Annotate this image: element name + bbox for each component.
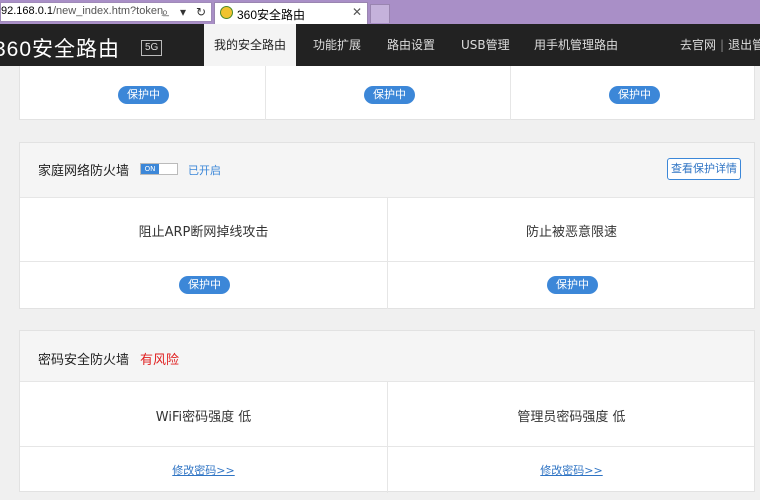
item-label: 阻止ARP断网掉线攻击 xyxy=(138,225,269,240)
tab-title: 360安全路由 xyxy=(237,8,306,22)
address-path: /new_index.htm?token_id=1! xyxy=(53,5,169,17)
card-header xyxy=(20,143,754,197)
password-item: WiFi密码强度 低 修改密码>> xyxy=(20,381,387,493)
password-firewall-card: 密码安全防火墙 有风险 WiFi密码强度 低 修改密码>> 管理员密码强度 低 … xyxy=(19,330,755,493)
browser-tab[interactable]: 360安全路由 ✕ xyxy=(214,2,368,24)
home-firewall-card: 家庭网络防火墙 ON 已开启 查看保护详情 阻止ARP断网掉线攻击 保护中 防止… xyxy=(19,142,755,309)
card-title: 密码安全防火墙 xyxy=(38,353,130,368)
logout-link[interactable]: 退出管理 xyxy=(728,38,760,52)
search-icon[interactable]: ⌕ xyxy=(158,4,172,20)
address-url[interactable]: 92.168.0.1/new_index.htm?token_id=1! xyxy=(1,5,169,17)
address-host: 92.168.0.1 xyxy=(1,5,53,17)
nav-mobile-management[interactable]: 用手机管理路由 xyxy=(534,24,618,66)
protecting-badge: 保护中 xyxy=(364,86,415,104)
nav-router-settings[interactable]: 路由设置 xyxy=(387,24,435,66)
card-title: 家庭网络防火墙 xyxy=(38,164,130,179)
protecting-badge: 保护中 xyxy=(118,86,169,104)
reload-icon[interactable]: ↻ xyxy=(194,4,208,20)
firewall-toggle[interactable]: ON xyxy=(140,163,178,175)
password-item: 管理员密码强度 低 修改密码>> xyxy=(388,381,755,493)
address-bar[interactable]: 92.168.0.1/new_index.htm?token_id=1! ⌕ ▾… xyxy=(0,2,212,22)
new-tab-button[interactable] xyxy=(370,4,390,23)
protection-item: 防止被恶意限速 保护中 xyxy=(388,197,755,309)
official-site-link[interactable]: 去官网 xyxy=(680,38,716,52)
protection-card-top: 保护中 保护中 保护中 xyxy=(19,66,755,120)
top-links: 去官网 |退出管理 xyxy=(680,24,760,66)
dropdown-icon[interactable]: ▾ xyxy=(176,4,190,20)
link-separator: | xyxy=(720,38,725,52)
toggle-on-label: ON xyxy=(141,164,159,174)
toggle-status: 已开启 xyxy=(188,164,221,177)
card-header xyxy=(20,331,754,381)
nav-usb-management[interactable]: USB管理 xyxy=(461,24,510,66)
browser-toolbar: 92.168.0.1/new_index.htm?token_id=1! ⌕ ▾… xyxy=(0,0,760,24)
item-label: 防止被恶意限速 xyxy=(525,225,617,240)
protecting-badge: 保护中 xyxy=(547,276,598,294)
nav-my-router[interactable]: 我的安全路由 xyxy=(204,24,296,66)
admin-password-strength: 管理员密码强度 低 xyxy=(517,410,626,425)
nav-extensions[interactable]: 功能扩展 xyxy=(313,24,361,66)
favicon-icon xyxy=(220,6,233,19)
wifi-password-strength: WiFi密码强度 低 xyxy=(155,410,252,425)
protecting-badge: 保护中 xyxy=(609,86,660,104)
change-password-link[interactable]: 修改密码>> xyxy=(388,462,755,478)
view-details-button[interactable]: 查看保护详情 xyxy=(667,158,741,180)
divider xyxy=(510,66,511,120)
logo: 360安全路由 xyxy=(0,38,121,61)
tab-close-icon[interactable]: ✕ xyxy=(352,5,362,19)
divider xyxy=(265,66,266,120)
protecting-badge: 保护中 xyxy=(179,276,230,294)
app-header: 360安全路由 5G 我的安全路由 功能扩展 路由设置 USB管理 用手机管理路… xyxy=(0,24,760,66)
protection-item: 阻止ARP断网掉线攻击 保护中 xyxy=(20,197,387,309)
risk-status: 有风险 xyxy=(140,353,180,368)
change-password-link[interactable]: 修改密码>> xyxy=(20,462,387,478)
band-badge: 5G xyxy=(141,40,163,56)
